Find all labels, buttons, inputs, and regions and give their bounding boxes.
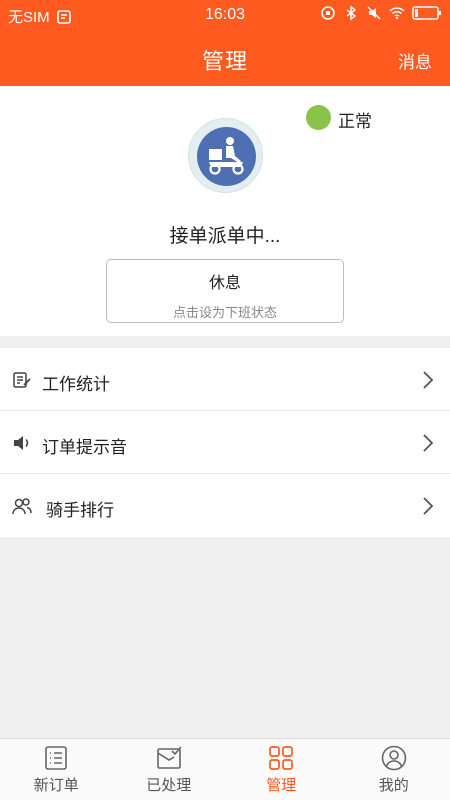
tab-label: 管理 <box>266 777 297 794</box>
tab-manage[interactable]: 管理 <box>225 739 338 800</box>
working-status-text: 接单派单中... <box>169 226 281 247</box>
users-icon <box>12 498 32 515</box>
battery-icon <box>412 6 441 20</box>
profile-panel: 正常 接单派单中... 休息 点击设为下班状态 <box>0 86 450 336</box>
menu-list: 工作统计 订单提示音 骑手排行 <box>0 348 450 537</box>
rotation-lock-icon <box>321 6 335 20</box>
menu-item-label: 骑手排行 <box>46 501 114 520</box>
menu-item-work-stats[interactable]: 工作统计 <box>0 348 450 411</box>
delivery-rider-icon <box>209 137 244 175</box>
wifi-icon <box>389 7 405 20</box>
avatar <box>188 118 263 193</box>
rest-button[interactable]: 休息 点击设为下班状态 <box>106 259 344 323</box>
person-icon <box>381 745 407 771</box>
header: 管理 消息 <box>0 30 450 86</box>
tab-new-orders[interactable]: 新订单 <box>0 739 113 800</box>
menu-item-order-sound[interactable]: 订单提示音 <box>0 411 450 474</box>
speaker-icon <box>14 436 29 450</box>
chevron-right-icon <box>423 497 434 515</box>
status-label: 正常 <box>338 112 372 131</box>
chevron-right-icon <box>423 434 434 452</box>
page-title: 管理 <box>201 49 248 74</box>
rest-button-label: 休息 <box>208 275 241 292</box>
grid-icon <box>269 746 294 770</box>
mute-icon <box>367 6 381 20</box>
messages-button[interactable]: 消息 <box>398 48 432 73</box>
menu-item-rider-ranking[interactable]: 骑手排行 <box>0 474 450 537</box>
chevron-right-icon <box>423 371 434 389</box>
status-indicator <box>306 105 331 130</box>
edit-stats-icon <box>13 372 31 388</box>
tab-label: 已处理 <box>146 777 192 794</box>
list-icon <box>45 746 68 770</box>
tab-mine[interactable]: 我的 <box>338 739 450 800</box>
tab-label: 我的 <box>378 777 409 794</box>
menu-item-label: 工作统计 <box>42 375 110 394</box>
envelope-check-icon <box>156 746 182 769</box>
tab-processed[interactable]: 已处理 <box>113 739 226 800</box>
tab-label: 新订单 <box>33 777 79 794</box>
bluetooth-icon <box>346 5 357 21</box>
bottom-tab-bar: 新订单 已处理 管理 我的 <box>0 738 450 800</box>
rest-button-hint: 点击设为下班状态 <box>172 305 277 320</box>
status-bar: 无SIM 16:03 <box>0 0 450 30</box>
menu-item-label: 订单提示音 <box>42 438 127 457</box>
